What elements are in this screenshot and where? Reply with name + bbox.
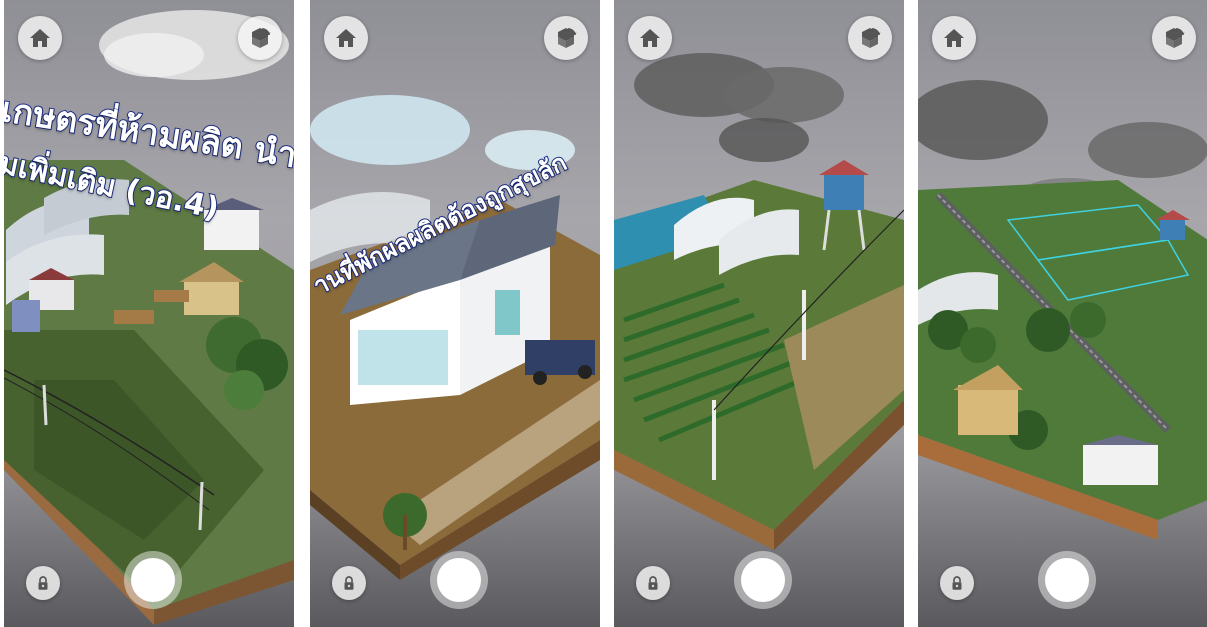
capture-button[interactable]	[734, 551, 792, 609]
capture-button-inner	[131, 558, 175, 602]
home-icon	[28, 26, 52, 50]
lock-button[interactable]	[332, 566, 366, 600]
lock-icon	[340, 574, 358, 592]
home-icon	[942, 26, 966, 50]
home-button[interactable]	[324, 16, 368, 60]
rotate-view-button[interactable]	[848, 16, 892, 60]
rotate-3d-icon	[248, 26, 272, 50]
ar-panel-2: านที่พักผลผลิตต้องถูกสุขลัก	[310, 0, 600, 627]
rotate-3d-icon	[1162, 26, 1186, 50]
home-icon	[334, 26, 358, 50]
capture-button[interactable]	[124, 551, 182, 609]
lock-button[interactable]	[636, 566, 670, 600]
ar-scene-crop-rows	[614, 53, 904, 550]
home-button[interactable]	[18, 16, 62, 60]
home-icon	[638, 26, 662, 50]
capture-button[interactable]	[430, 551, 488, 609]
lock-icon	[34, 574, 52, 592]
capture-button[interactable]	[1038, 551, 1096, 609]
rotate-view-button[interactable]	[1152, 16, 1196, 60]
ar-scene-farm-overview	[918, 80, 1207, 540]
ar-panel-1: เกษตรที่ห้ามผลิต นำ มเพิ่มเติม (วอ.4)	[4, 0, 294, 627]
rotate-3d-icon	[554, 26, 578, 50]
rotate-3d-icon	[858, 26, 882, 50]
capture-button-inner	[741, 558, 785, 602]
lock-button[interactable]	[26, 566, 60, 600]
home-button[interactable]	[628, 16, 672, 60]
capture-button-inner	[437, 558, 481, 602]
lock-icon	[644, 574, 662, 592]
ar-scene-packing-house	[310, 95, 600, 580]
rotate-view-button[interactable]	[238, 16, 282, 60]
home-button[interactable]	[932, 16, 976, 60]
ar-panel-3	[614, 0, 904, 627]
lock-button[interactable]	[940, 566, 974, 600]
rotate-view-button[interactable]	[544, 16, 588, 60]
lock-icon	[948, 574, 966, 592]
capture-button-inner	[1045, 558, 1089, 602]
ar-panel-4	[918, 0, 1207, 627]
